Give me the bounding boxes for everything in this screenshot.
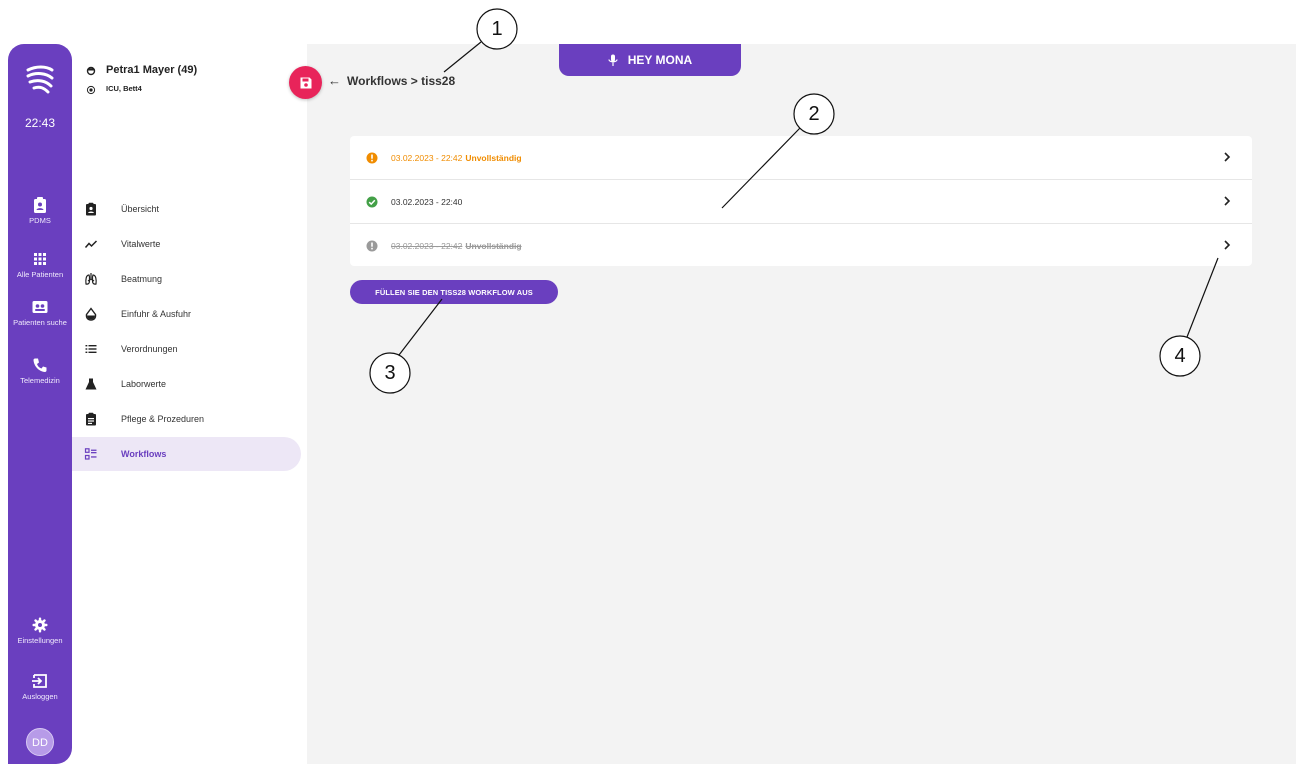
app-screen: 22:43 PDMS Alle Patienten Patienten such… xyxy=(0,0,1300,764)
logout-icon xyxy=(32,674,47,688)
check-circle-icon xyxy=(366,196,378,207)
nav-item-label: Verordnungen xyxy=(121,344,178,354)
breadcrumb: ← Workflows > tiss28 xyxy=(328,73,455,88)
gear-icon xyxy=(32,617,48,633)
flask-icon xyxy=(85,378,97,390)
nav-item-care-procedures[interactable]: Pflege & Prozeduren xyxy=(72,402,301,436)
drop-icon xyxy=(85,307,97,321)
workflow-entry-text: 03.02.2023 - 22:40 xyxy=(391,197,462,207)
rail-item-label: Patienten suche xyxy=(13,318,67,327)
rail-item-all-patients[interactable]: Alle Patienten xyxy=(8,250,72,280)
nav-item-label: Übersicht xyxy=(121,204,160,214)
nav-item-label: Laborwerte xyxy=(121,379,167,389)
rail-item-label: Telemedizin xyxy=(20,376,60,385)
nav-item-orders[interactable]: Verordnungen xyxy=(72,332,301,366)
nav-item-workflows[interactable]: Workflows xyxy=(72,437,301,471)
breadcrumb-text: Workflows > tiss28 xyxy=(347,73,456,88)
chevron-right-icon[interactable] xyxy=(1222,195,1232,207)
rail-item-label: Alle Patienten xyxy=(16,270,64,279)
location-icon xyxy=(86,85,96,95)
nav-item-label: Pflege & Prozeduren xyxy=(121,414,205,424)
rail-item-label: Ausloggen xyxy=(22,692,58,701)
patient-side-panel: Petra1 Mayer (49) ICU, Bett4 Übersicht V… xyxy=(72,44,307,764)
nav-item-label: Vitalwerte xyxy=(121,239,161,249)
workflow-date: 03.02.2023 - 22:40 xyxy=(391,196,463,207)
nav-item-label: Beatmung xyxy=(121,274,163,284)
warning-icon xyxy=(366,152,378,163)
trend-line-icon xyxy=(84,240,98,248)
phone-icon xyxy=(33,358,47,372)
nav-item-ventilation[interactable]: Beatmung xyxy=(72,262,301,296)
discarded-icon xyxy=(366,240,378,251)
clipboard-user-icon xyxy=(34,197,46,213)
workflow-row[interactable]: 03.02.2023 - 22:42 Unvollständig xyxy=(350,136,1252,179)
rail-item-telemedicine[interactable]: Telemedizin xyxy=(8,356,72,386)
patient-name: Petra1 Mayer (49) xyxy=(106,64,198,76)
voice-assistant-button[interactable]: HEY MONA xyxy=(559,44,741,76)
voice-assistant-label: HEY MONA xyxy=(627,53,693,67)
person-outline-icon xyxy=(86,66,96,76)
back-arrow-icon[interactable]: ← xyxy=(328,73,341,88)
user-avatar[interactable]: DD xyxy=(26,728,54,756)
workflow-entry-text: 03.02.2023 - 22:42 Unvollständig xyxy=(391,153,522,163)
list-icon xyxy=(85,345,97,353)
checklist-icon xyxy=(84,448,97,460)
workflow-status: Unvollständig xyxy=(465,240,522,251)
fill-workflow-button[interactable]: FÜLLEN SIE DEN TISS28 WORKFLOW AUS xyxy=(350,280,558,304)
rail-item-pdms[interactable]: PDMS xyxy=(8,196,72,226)
clipboard-text-icon xyxy=(86,412,96,426)
callout-number: 3 xyxy=(384,362,396,384)
clock-time: 22:43 xyxy=(24,116,56,130)
rail-item-patient-search[interactable]: Patienten suche xyxy=(8,298,72,328)
nav-item-label: Einfuhr & Ausfuhr xyxy=(121,309,192,319)
microphone-icon xyxy=(608,54,618,66)
nav-item-overview[interactable]: Übersicht xyxy=(72,192,301,226)
grid-icon xyxy=(34,253,46,265)
floppy-disk-icon xyxy=(300,77,311,88)
nav-item-vitals[interactable]: Vitalwerte xyxy=(72,227,301,261)
workflow-status: Unvollständig xyxy=(465,152,522,163)
nav-item-labs[interactable]: Laborwerte xyxy=(72,367,301,401)
workflow-row[interactable]: 03.02.2023 - 22:40 xyxy=(350,180,1252,223)
clipboard-user-icon xyxy=(86,202,96,216)
save-button[interactable] xyxy=(289,66,322,99)
patient-location: ICU, Bett4 xyxy=(106,84,142,93)
chevron-right-icon[interactable] xyxy=(1222,239,1232,251)
rail-item-label: Einstellungen xyxy=(17,636,63,645)
nav-item-intake-output[interactable]: Einfuhr & Ausfuhr xyxy=(72,297,301,331)
workflow-row[interactable]: 03.02.2023 - 22:42 Unvollständig xyxy=(350,224,1252,267)
workflow-date: 03.02.2023 - 22:42 xyxy=(391,152,463,163)
app-logo-icon[interactable] xyxy=(24,64,56,94)
chevron-right-icon[interactable] xyxy=(1222,151,1232,163)
person-card-icon xyxy=(32,301,48,313)
callout-number: 2 xyxy=(808,103,820,125)
nav-item-label: Workflows xyxy=(121,449,167,459)
rail-item-logout[interactable]: Ausloggen xyxy=(8,672,72,702)
rail-item-label: PDMS xyxy=(29,216,51,225)
workflow-date: 03.02.2023 - 22:42 xyxy=(391,240,463,251)
callout-number: 4 xyxy=(1174,345,1186,367)
callout-number: 1 xyxy=(491,18,503,40)
rail-item-settings[interactable]: Einstellungen xyxy=(8,616,72,646)
app-rail: 22:43 PDMS Alle Patienten Patienten such… xyxy=(8,44,72,764)
lungs-icon xyxy=(85,273,97,285)
workflow-list: 03.02.2023 - 22:42 Unvollständig 03.02.20… xyxy=(350,136,1252,266)
workflow-entry-text: 03.02.2023 - 22:42 Unvollständig xyxy=(391,241,522,251)
